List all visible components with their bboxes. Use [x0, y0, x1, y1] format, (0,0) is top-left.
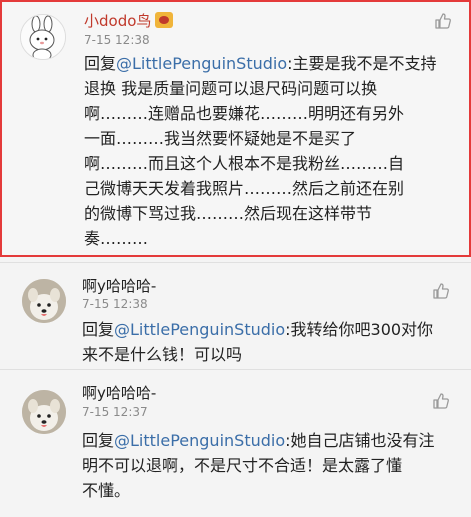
comment-text: 回复@LittlePenguinStudio:我转给你吧300对你 来不是什么钱…	[82, 317, 467, 367]
comment-item: 小dodo鸟 7-15 12:38 回复@LittlePenguinStudio…	[0, 0, 471, 257]
content-line: 不懂。	[82, 481, 131, 500]
content-line: 明不可以退啊，不是尺寸不合适！是太露了懂	[82, 456, 403, 475]
content-line: 一面………我当然要怀疑她是不是买了	[84, 129, 357, 148]
mention-link[interactable]: @LittlePenguinStudio	[116, 54, 287, 73]
dog-avatar-icon	[22, 279, 66, 323]
avatar[interactable]	[20, 14, 66, 60]
divider	[0, 262, 471, 263]
content-line: 回复@LittlePenguinStudio:我转给你吧300对你	[82, 317, 467, 342]
content-line: 退换 我是质量问题可以退尺码问题可以换	[84, 79, 378, 98]
dog-avatar-icon	[22, 390, 66, 434]
reply-prefix: 回复	[82, 431, 115, 450]
mention-link[interactable]: @LittlePenguinStudio	[114, 431, 285, 450]
username[interactable]: 啊y哈哈哈-	[82, 382, 156, 403]
content-line: 啊………而且这个人根本不是我粉丝………自	[84, 154, 405, 173]
content-line: 啊………连赠品也要嫌花………明明还有另外	[84, 104, 405, 123]
reply-prefix: 回复	[82, 320, 115, 339]
content-line: 己微博天天发着我照片………然后之前还在别	[84, 179, 405, 198]
content-line: 回复@LittlePenguinStudio:她自己店铺也没有注	[82, 428, 467, 453]
timestamp: 7-15 12:38	[84, 33, 150, 47]
timestamp: 7-15 12:38	[82, 297, 148, 311]
like-icon[interactable]	[434, 12, 452, 30]
comment-list: 小dodo鸟 7-15 12:38 回复@LittlePenguinStudio…	[0, 0, 471, 517]
content-line: 来不是什么钱！可以吗	[82, 345, 243, 364]
username[interactable]: 啊y哈哈哈-	[82, 275, 156, 296]
comment-text: 回复@LittlePenguinStudio:主要是我不是不支持 退换 我是质量…	[84, 51, 469, 251]
content-line: 回复@LittlePenguinStudio:主要是我不是不支持	[84, 51, 469, 76]
username-text: 小dodo鸟	[84, 12, 152, 30]
reply-prefix: 回复	[84, 54, 117, 73]
content-line: 的微博下骂过我………然后现在这样带节	[84, 204, 373, 223]
content-line: 奏………	[84, 229, 149, 248]
comment-text: 回复@LittlePenguinStudio:她自己店铺也没有注 明不可以退啊，…	[82, 428, 467, 503]
timestamp: 7-15 12:37	[82, 405, 148, 419]
mention-link[interactable]: @LittlePenguinStudio	[114, 320, 285, 339]
comment-item: 啊y哈哈哈- 7-15 12:37 回复@LittlePenguinStudio…	[0, 370, 471, 517]
avatar[interactable]	[22, 279, 66, 323]
content-text: :我转给你吧300对你	[285, 320, 434, 339]
like-icon[interactable]	[432, 282, 450, 300]
like-icon[interactable]	[432, 392, 450, 410]
comment-item: 啊y哈哈哈- 7-15 12:38 回复@LittlePenguinStudio…	[0, 265, 471, 365]
vip-badge-icon	[155, 12, 174, 28]
content-text: :主要是我不是不支持	[287, 54, 437, 73]
avatar[interactable]	[22, 390, 66, 434]
content-text: :她自己店铺也没有注	[285, 431, 435, 450]
rabbit-avatar-icon	[21, 15, 65, 59]
username[interactable]: 小dodo鸟	[84, 10, 174, 31]
